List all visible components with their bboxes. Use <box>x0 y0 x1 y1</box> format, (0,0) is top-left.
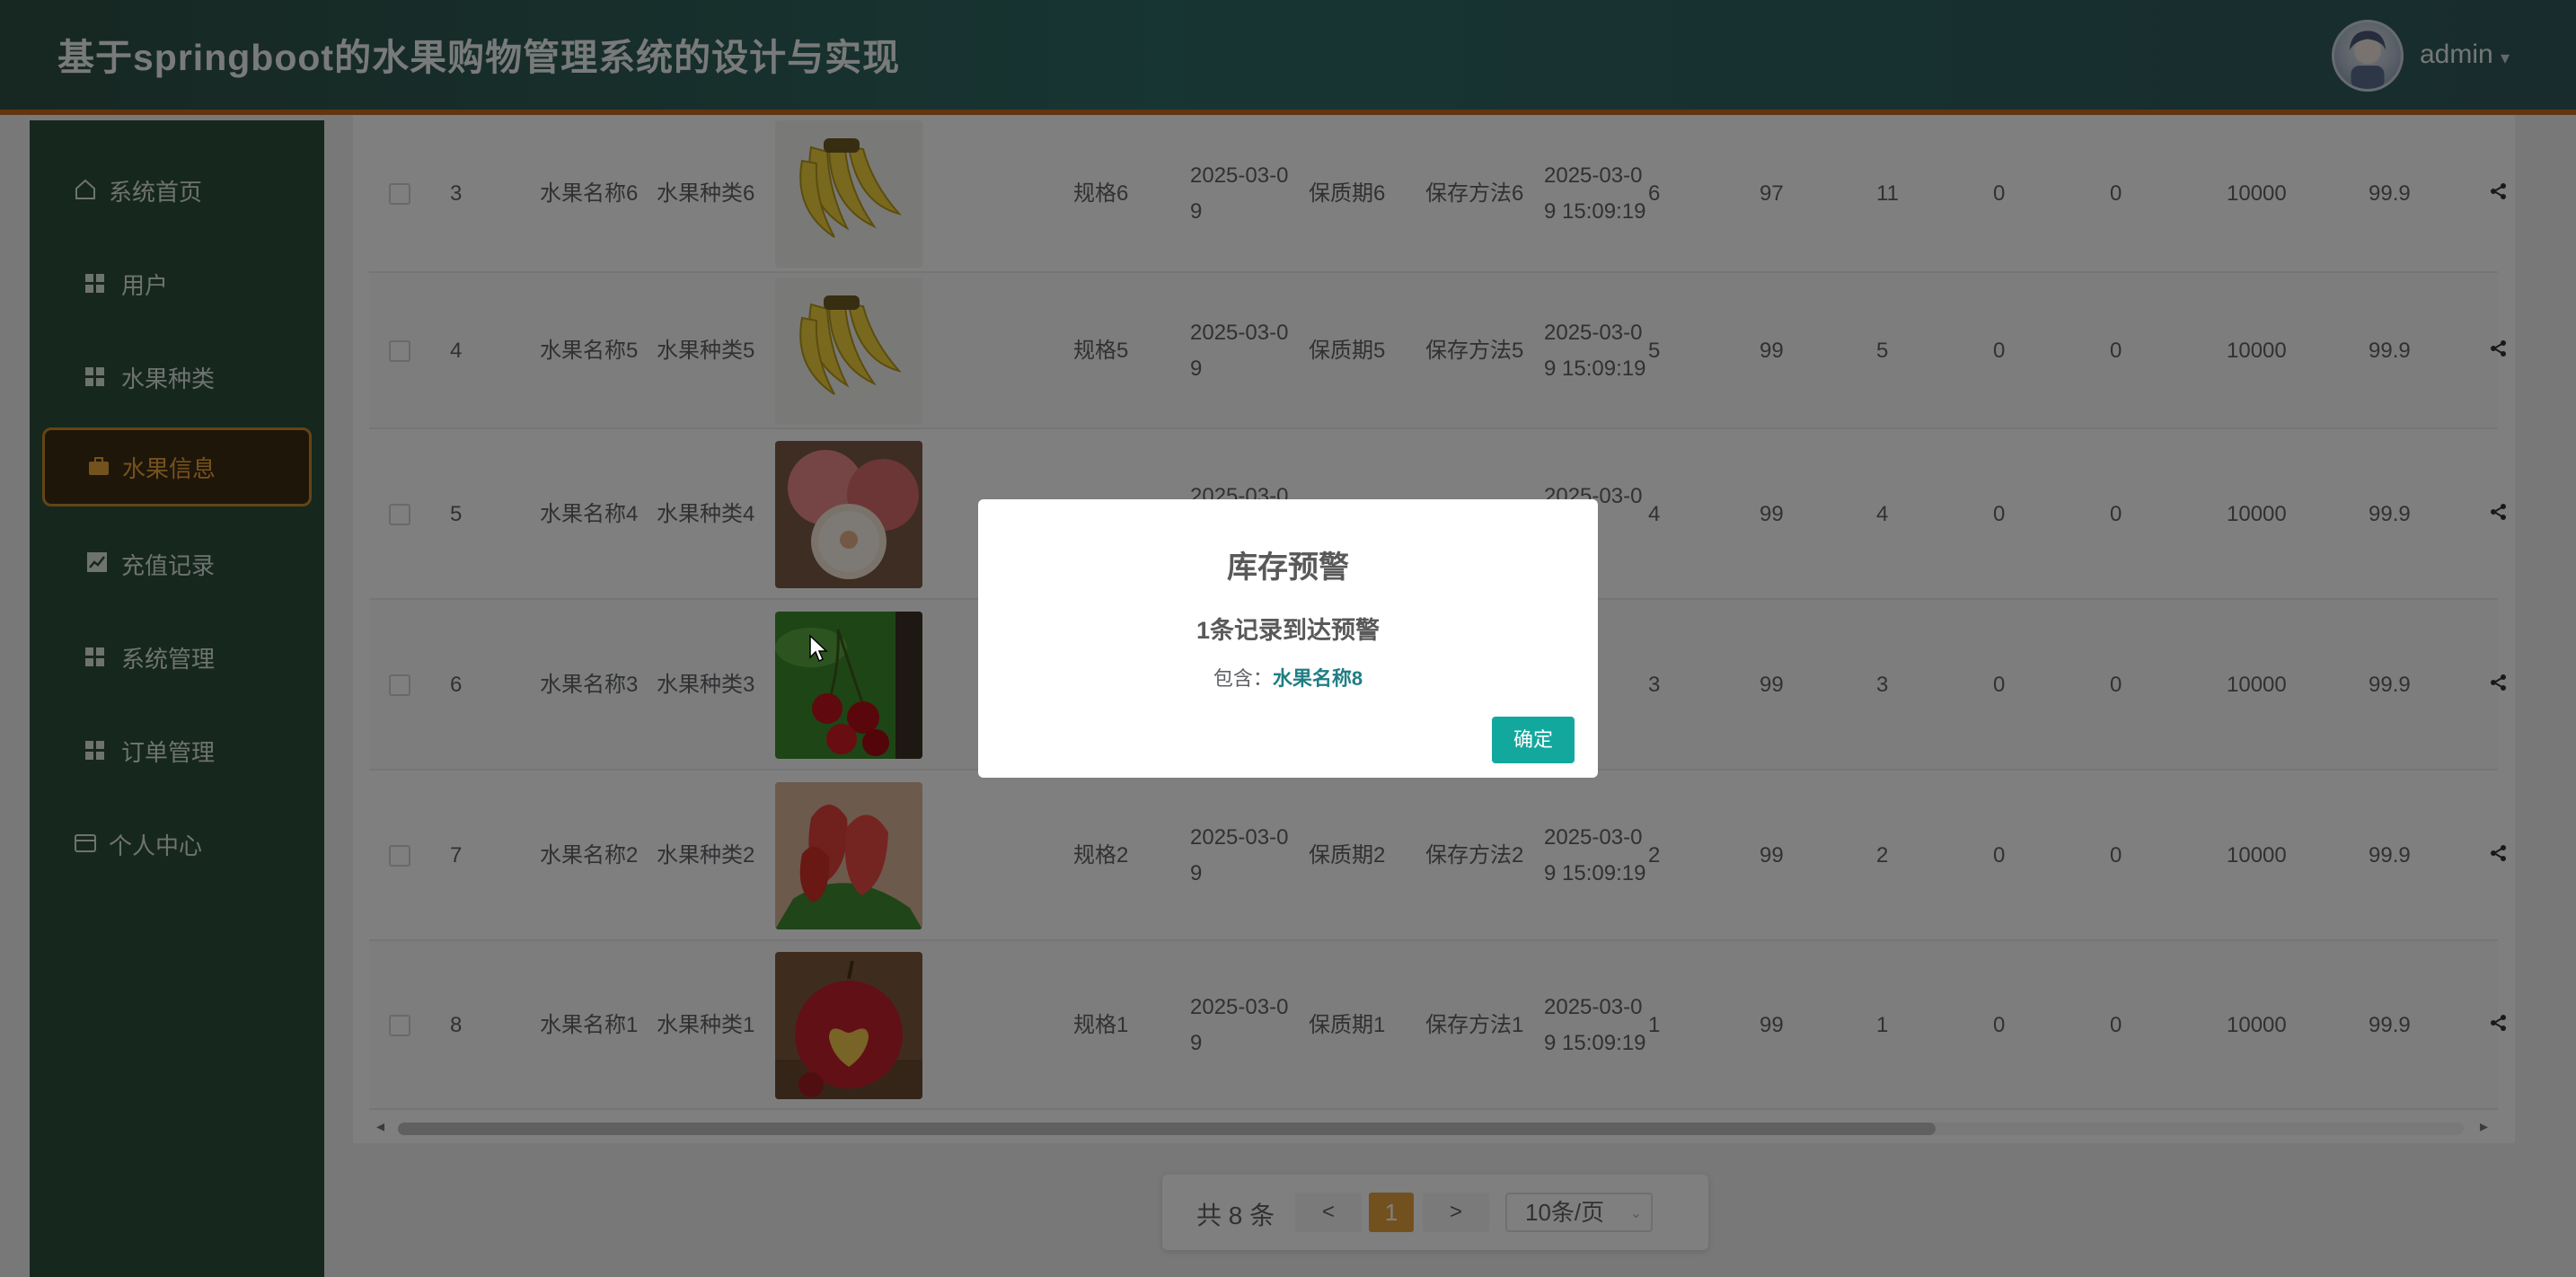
dialog-title: 库存预警 <box>1227 550 1349 585</box>
include-item: 水果名称8 <box>1272 667 1363 690</box>
mouse-cursor-icon <box>809 634 828 663</box>
dialog-detail: 包含：水果名称8 <box>978 663 1598 691</box>
confirm-button[interactable]: 确定 <box>1492 717 1575 763</box>
stock-warning-dialog: 库存预警 1条记录到达预警 包含：水果名称8 确定 <box>978 499 1598 778</box>
dialog-message: 1条记录到达预警 <box>1195 617 1381 644</box>
include-label: 包含： <box>1213 667 1273 690</box>
